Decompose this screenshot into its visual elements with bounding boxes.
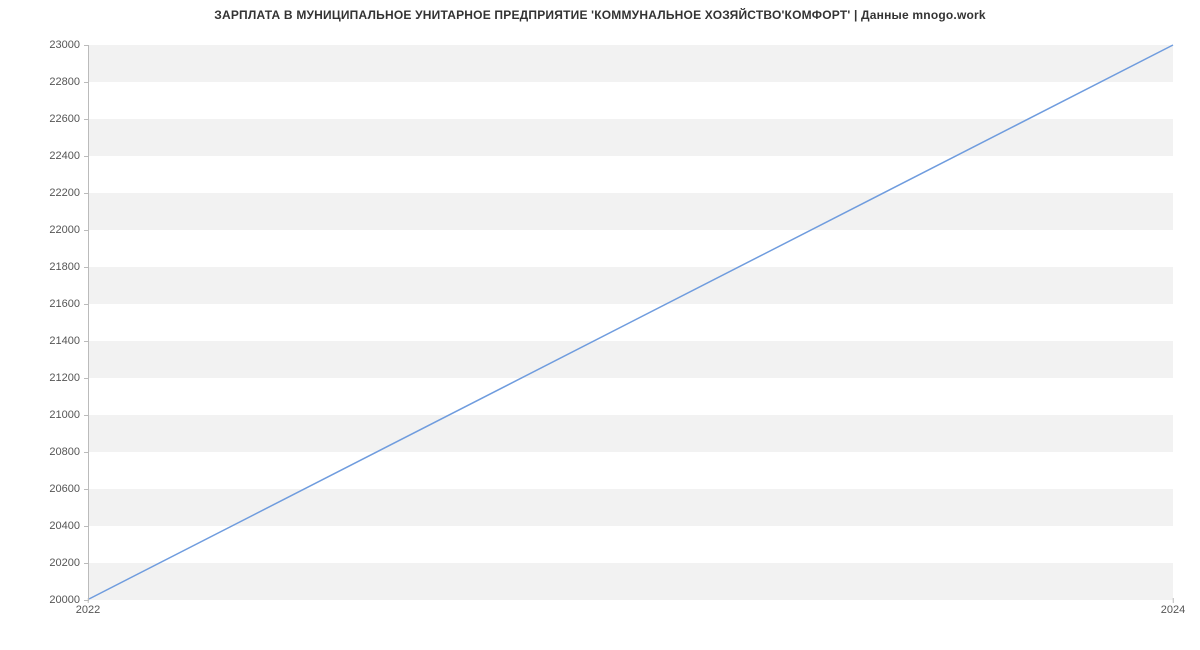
y-tick: 21400 <box>25 335 80 347</box>
y-tick: 23000 <box>25 39 80 51</box>
x-tick: 2022 <box>76 604 100 616</box>
y-tick: 22600 <box>25 113 80 125</box>
y-tick: 20200 <box>25 557 80 569</box>
chart-title: ЗАРПЛАТА В МУНИЦИПАЛЬНОЕ УНИТАРНОЕ ПРЕДП… <box>0 8 1200 22</box>
y-tick: 20800 <box>25 446 80 458</box>
y-tick: 21600 <box>25 298 80 310</box>
plot-area <box>88 45 1173 600</box>
line-series <box>89 45 1173 599</box>
y-tick: 21000 <box>25 409 80 421</box>
y-tick: 22200 <box>25 187 80 199</box>
y-tick: 20000 <box>25 594 80 606</box>
y-tick: 22800 <box>25 76 80 88</box>
y-tick: 21800 <box>25 261 80 273</box>
y-tick: 22400 <box>25 150 80 162</box>
y-tick: 20600 <box>25 483 80 495</box>
chart: ЗАРПЛАТА В МУНИЦИПАЛЬНОЕ УНИТАРНОЕ ПРЕДП… <box>0 0 1200 650</box>
y-tick: 21200 <box>25 372 80 384</box>
y-tick: 22000 <box>25 224 80 236</box>
x-tick: 2024 <box>1161 604 1185 616</box>
y-tick: 20400 <box>25 520 80 532</box>
